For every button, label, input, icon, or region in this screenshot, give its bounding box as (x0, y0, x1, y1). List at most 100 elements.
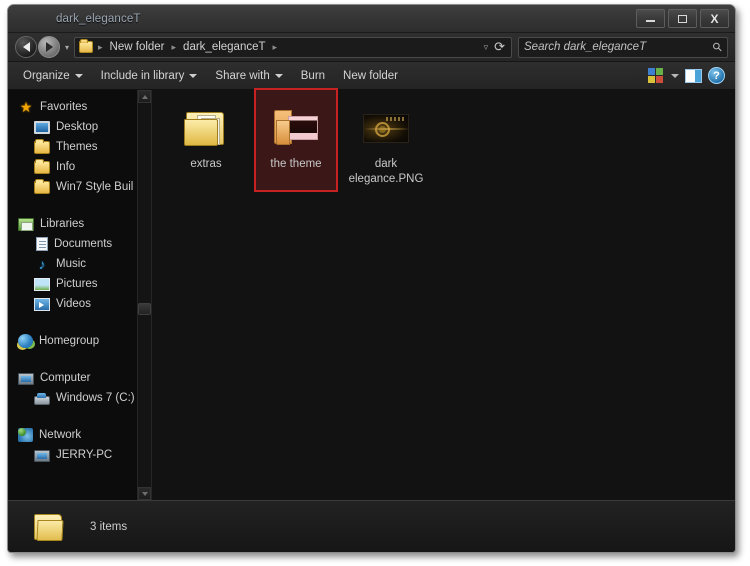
file-list[interactable]: extras the theme dark elegance.PNG (151, 88, 735, 500)
picture-icon (34, 278, 50, 291)
minimize-button[interactable] (636, 9, 665, 28)
search-placeholder: Search dark_eleganceT (524, 41, 647, 53)
help-icon[interactable]: ? (708, 67, 725, 84)
computer-icon (18, 372, 34, 385)
folder-icon (272, 104, 320, 152)
file-name: dark elegance.PNG (348, 158, 424, 185)
chevron-down-icon[interactable] (671, 73, 679, 78)
toolbar-button-burn[interactable]: Burn (292, 67, 334, 85)
breadcrumb-separator[interactable]: ▸ (96, 42, 105, 53)
sidebar-label: Win7 Style Buil (56, 181, 134, 193)
arrow-right-icon (45, 42, 53, 52)
music-note-icon: ♪ (38, 256, 46, 272)
maximize-icon (678, 14, 687, 23)
sidebar-label: Homegroup (39, 335, 100, 347)
chevron-down-icon (274, 73, 283, 78)
sidebar-label: Info (56, 161, 76, 173)
folder-icon (79, 39, 94, 53)
sidebar-item-windows-7-c[interactable]: Windows 7 (C:) (8, 388, 151, 408)
sidebar-label: Pictures (56, 278, 98, 290)
list-item[interactable]: dark elegance.PNG (344, 98, 428, 192)
sidebar-label: Videos (56, 298, 91, 310)
maximize-button[interactable] (668, 9, 697, 28)
desktop-icon (34, 121, 50, 134)
sidebar-item-music[interactable]: ♪ Music (8, 254, 151, 274)
refresh-icon[interactable]: ⟳ (494, 39, 507, 55)
toolbar-button-include-in-library[interactable]: Include in library (92, 67, 207, 85)
sidebar-item-info[interactable]: Info (8, 157, 151, 177)
chevron-down-icon[interactable]: ▿ (479, 42, 494, 53)
sidebar-item-themes[interactable]: Themes (8, 137, 151, 157)
list-item[interactable]: the theme (254, 88, 338, 192)
sidebar-label: Computer (40, 372, 91, 384)
sidebar-item-homegroup[interactable]: Homegroup (8, 331, 151, 351)
sidebar-item-network[interactable]: Network (8, 425, 151, 445)
folder-icon (34, 179, 50, 194)
breadcrumb-separator[interactable]: ▸ (271, 42, 280, 53)
breadcrumb-item-dark-elegancet[interactable]: dark_eleganceT (179, 40, 269, 54)
computer-icon (34, 449, 50, 462)
toolbar-label: Organize (23, 69, 70, 82)
address-bar: ▾ ▸ New folder ▸ dark_eleganceT ▸ ▿ ⟳ Se… (8, 33, 735, 62)
sidebar-item-videos[interactable]: Videos (8, 294, 151, 314)
chevron-down-icon (141, 491, 148, 496)
arrow-left-icon (22, 42, 30, 52)
sidebar-item-desktop[interactable]: Desktop (8, 117, 151, 137)
sidebar-label: Documents (54, 238, 113, 250)
search-input[interactable]: Search dark_eleganceT ⚲ (518, 36, 728, 58)
breadcrumb-item-new-folder[interactable]: New folder (106, 40, 169, 54)
toolbar-button-organize[interactable]: Organize (14, 67, 92, 85)
file-name: the theme (270, 158, 322, 170)
toolbar-label: Burn (300, 69, 326, 82)
back-button[interactable] (15, 36, 37, 58)
homegroup-icon (18, 334, 33, 348)
close-icon: X (710, 11, 719, 26)
breadcrumb-separator[interactable]: ▸ (170, 42, 179, 53)
list-item[interactable]: extras (164, 98, 248, 192)
sidebar-label: Desktop (56, 121, 99, 133)
toolbar-label: Include in library (100, 69, 185, 82)
window-title: dark_eleganceT (56, 12, 141, 25)
scrollbar-track[interactable] (138, 103, 151, 487)
sidebar-item-documents[interactable]: Documents (8, 234, 151, 254)
sidebar-scrollbar[interactable] (137, 90, 151, 500)
window-controls: X (636, 9, 729, 28)
toolbar-label: New folder (343, 69, 399, 82)
document-icon (36, 237, 48, 251)
forward-button[interactable] (38, 36, 60, 58)
toolbar-label: Share with (215, 69, 270, 82)
change-view-icon[interactable] (648, 68, 663, 83)
sidebar-group-favorites: ★ Favorites Desktop Themes Info Win7 Sty… (8, 97, 151, 197)
close-button[interactable]: X (700, 9, 729, 28)
scroll-up-button[interactable] (138, 90, 151, 103)
folder-icon (34, 512, 66, 542)
sidebar-item-jerry-pc[interactable]: JERRY-PC (8, 445, 151, 465)
chevron-down-icon (74, 73, 83, 78)
sidebar-item-computer[interactable]: Computer (8, 368, 151, 388)
hard-drive-icon (34, 392, 50, 405)
navigation-pane: ★ Favorites Desktop Themes Info Win7 Sty… (8, 90, 151, 500)
scrollbar-thumb[interactable] (138, 303, 151, 315)
sidebar-item-favorites[interactable]: ★ Favorites (8, 97, 151, 117)
scroll-down-button[interactable] (138, 487, 151, 500)
image-thumbnail (362, 104, 410, 152)
title-bar: dark_eleganceT X (8, 5, 735, 33)
status-bar: 3 items (8, 500, 735, 552)
toolbar-button-new-folder[interactable]: New folder (334, 67, 407, 85)
breadcrumb[interactable]: ▸ New folder ▸ dark_eleganceT ▸ ▿ ⟳ (74, 36, 512, 58)
toolbar-button-share-with[interactable]: Share with (206, 67, 291, 85)
sidebar-item-pictures[interactable]: Pictures (8, 274, 151, 294)
network-icon (18, 428, 33, 442)
minimize-icon (646, 20, 655, 22)
star-icon: ★ (19, 99, 33, 115)
folder-icon (34, 159, 50, 174)
search-icon: ⚲ (709, 38, 726, 56)
sidebar-item-win7-style-builder[interactable]: Win7 Style Buil (8, 177, 151, 197)
preview-pane-icon[interactable] (685, 68, 702, 83)
sidebar-item-libraries[interactable]: Libraries (8, 214, 151, 234)
recent-pages-dropdown-icon[interactable]: ▾ (62, 43, 72, 52)
sidebar-group-network: Network JERRY-PC (8, 425, 151, 465)
sidebar-label: Network (39, 429, 82, 441)
